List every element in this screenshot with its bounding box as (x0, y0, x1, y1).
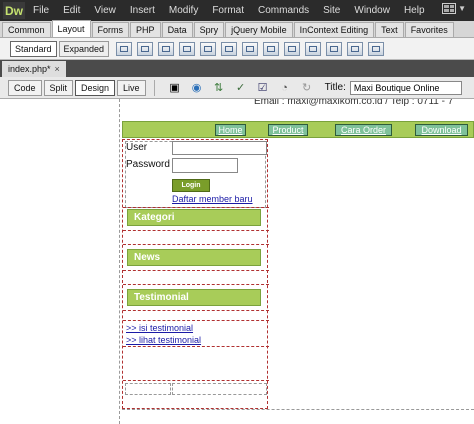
tab-php[interactable]: PHP (130, 22, 161, 37)
tab-favorites[interactable]: Favorites (404, 22, 454, 37)
split-view-button[interactable]: Split (43, 79, 74, 96)
document-tab[interactable]: index.php* × (2, 61, 66, 77)
code-view-button[interactable]: Code (8, 79, 42, 96)
live-view-button[interactable]: Live (117, 79, 146, 96)
menu-site[interactable]: Site (323, 5, 340, 16)
title-label: Title: (324, 82, 346, 93)
close-icon[interactable]: × (55, 64, 60, 74)
user-input[interactable] (172, 141, 267, 155)
visual-aids-icon[interactable]: ◔ (277, 81, 293, 95)
login-button[interactable]: Login (172, 179, 210, 192)
standard-mode-button[interactable]: Standard (10, 40, 57, 57)
isi-testimonial-link[interactable]: >> isi testimonial (126, 323, 193, 333)
tab-spry[interactable]: Spry (193, 22, 225, 37)
layout-grid-icon (442, 3, 457, 14)
draw-ap-div-icon[interactable] (158, 41, 175, 56)
spry-tabbed-panels-icon[interactable] (200, 41, 217, 56)
row-divider (123, 207, 269, 208)
page-edge-guide (119, 99, 120, 424)
testimonial-header: Testimonial (127, 289, 261, 306)
workspace-switcher[interactable]: ▼ (442, 3, 466, 14)
row-divider (123, 310, 269, 311)
contact-info: Email : maxi@maxikom.co.id / Telp : 0711… (254, 99, 454, 107)
insert-ap-div-icon[interactable] (137, 41, 154, 56)
insert-column-left-icon[interactable] (326, 41, 343, 56)
menu-bar: Dw File Edit View Insert Modify Format C… (0, 0, 474, 21)
nav-cara-order-button[interactable]: Cara Order (335, 124, 392, 136)
tab-incontext-editing[interactable]: InContext Editing (293, 22, 375, 37)
tab-common[interactable]: Common (2, 22, 51, 37)
insert-div-icon[interactable] (116, 41, 133, 56)
menu-edit[interactable]: Edit (63, 5, 80, 16)
check-browser-compatibility-icon[interactable]: ☑ (255, 81, 271, 95)
refresh-design-view-icon[interactable]: ↻ (299, 81, 315, 95)
w3c-validation-icon[interactable]: ✓ (233, 81, 249, 95)
table-icon[interactable] (263, 41, 280, 56)
content-bottom-guide (122, 409, 474, 410)
row-divider (123, 380, 269, 381)
footer-cell (172, 383, 267, 395)
menu-format[interactable]: Format (212, 5, 244, 16)
spry-menu-bar-icon[interactable] (179, 41, 196, 56)
layout-toolbar: Standard Expanded (0, 38, 474, 60)
menu-file[interactable]: File (33, 5, 49, 16)
lihat-testimonial-link[interactable]: >> lihat testimonial (126, 335, 201, 345)
row-divider (123, 270, 269, 271)
kategori-header: Kategori (127, 209, 261, 226)
expanded-mode-button[interactable]: Expanded (58, 40, 110, 57)
menu-commands[interactable]: Commands (258, 5, 309, 16)
spry-accordion-icon[interactable] (221, 41, 238, 56)
register-link[interactable]: Daftar member baru (172, 194, 253, 204)
menu-window[interactable]: Window (354, 5, 390, 16)
design-view-button[interactable]: Design (75, 79, 116, 96)
tab-forms[interactable]: Forms (91, 22, 130, 37)
news-header: News (127, 249, 261, 266)
tab-jquery-mobile[interactable]: jQuery Mobile (225, 22, 293, 37)
row-divider (123, 244, 269, 245)
sidebar-table: User Password Login Daftar member baru K… (122, 139, 269, 409)
tab-text[interactable]: Text (375, 22, 404, 37)
dreamweaver-logo: Dw (3, 2, 25, 19)
document-tab-label: index.php* (8, 64, 51, 74)
insert-row-below-icon[interactable] (305, 41, 322, 56)
menu-insert[interactable]: Insert (130, 5, 155, 16)
insert-column-right-icon[interactable] (347, 41, 364, 56)
nav-bar: Home Product Cara Order Download (122, 121, 474, 138)
footer-cell (125, 383, 171, 395)
insert-row-above-icon[interactable] (284, 41, 301, 56)
iframe-icon[interactable] (368, 41, 385, 56)
menu-modify[interactable]: Modify (169, 5, 198, 16)
document-toolbar: Code Split Design Live ▣ ◉ ⇅ ✓ ☑ ◔ ↻ Tit… (0, 77, 474, 99)
row-divider (123, 346, 269, 347)
menu-help[interactable]: Help (404, 5, 425, 16)
user-label: User (126, 142, 148, 153)
multiscreen-icon[interactable]: ▣ (167, 81, 183, 95)
spry-collapsible-panel-icon[interactable] (242, 41, 259, 56)
password-label: Password (126, 159, 170, 170)
tab-data[interactable]: Data (161, 22, 193, 37)
document-title-input[interactable] (349, 80, 462, 95)
menu-view[interactable]: View (94, 5, 116, 16)
file-management-icon[interactable]: ⇅ (211, 81, 227, 95)
row-divider (123, 284, 269, 285)
toolbar-divider (153, 79, 155, 96)
tab-layout[interactable]: Layout (51, 20, 91, 37)
design-canvas[interactable]: Email : maxi@maxikom.co.id / Telp : 0711… (0, 99, 474, 424)
row-divider (123, 230, 269, 231)
document-tabs: index.php* × (0, 60, 474, 77)
insert-panel-tabs: Common Layout Forms PHP Data Spry jQuery… (0, 20, 474, 38)
row-divider (123, 320, 269, 321)
chevron-down-icon: ▼ (458, 4, 466, 13)
nav-home-button[interactable]: Home (215, 124, 246, 136)
nav-product-button[interactable]: Product (268, 124, 308, 136)
nav-download-button[interactable]: Download (415, 124, 468, 136)
preview-in-browser-icon[interactable]: ◉ (189, 81, 205, 95)
password-input[interactable] (172, 158, 238, 173)
